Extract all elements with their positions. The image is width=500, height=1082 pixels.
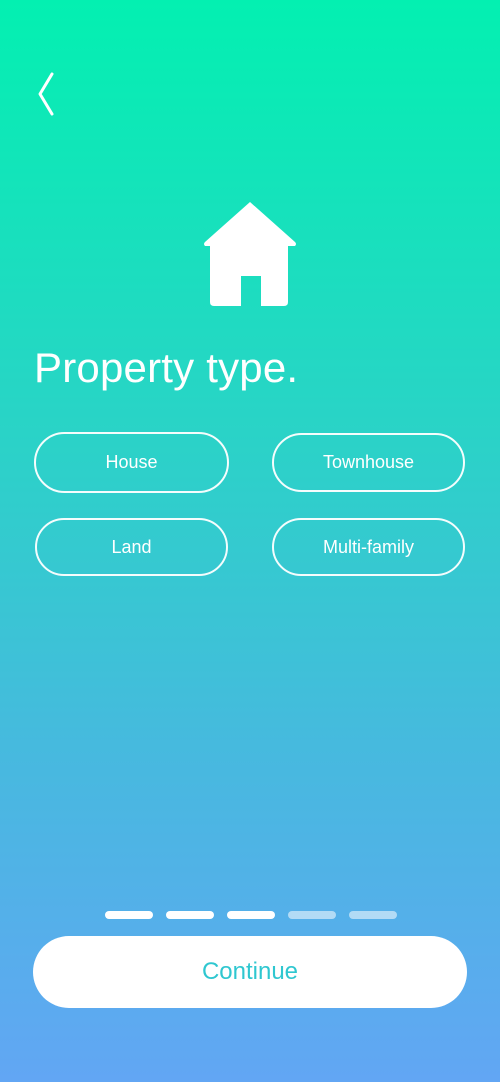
progress-step [349,911,397,919]
progress-step [227,911,275,919]
back-button[interactable] [28,68,64,120]
page-title: Property type. [34,344,299,391]
option-townhouse[interactable]: Townhouse [272,433,465,492]
chevron-left-icon [38,72,54,116]
progress-indicator [105,911,397,919]
option-multi-family[interactable]: Multi-family [272,518,465,576]
option-land[interactable]: Land [35,518,228,576]
option-house[interactable]: House [34,432,229,493]
house-icon [204,202,296,306]
progress-step [105,911,153,919]
continue-button[interactable]: Continue [33,936,467,1008]
progress-step [166,911,214,919]
progress-step [288,911,336,919]
